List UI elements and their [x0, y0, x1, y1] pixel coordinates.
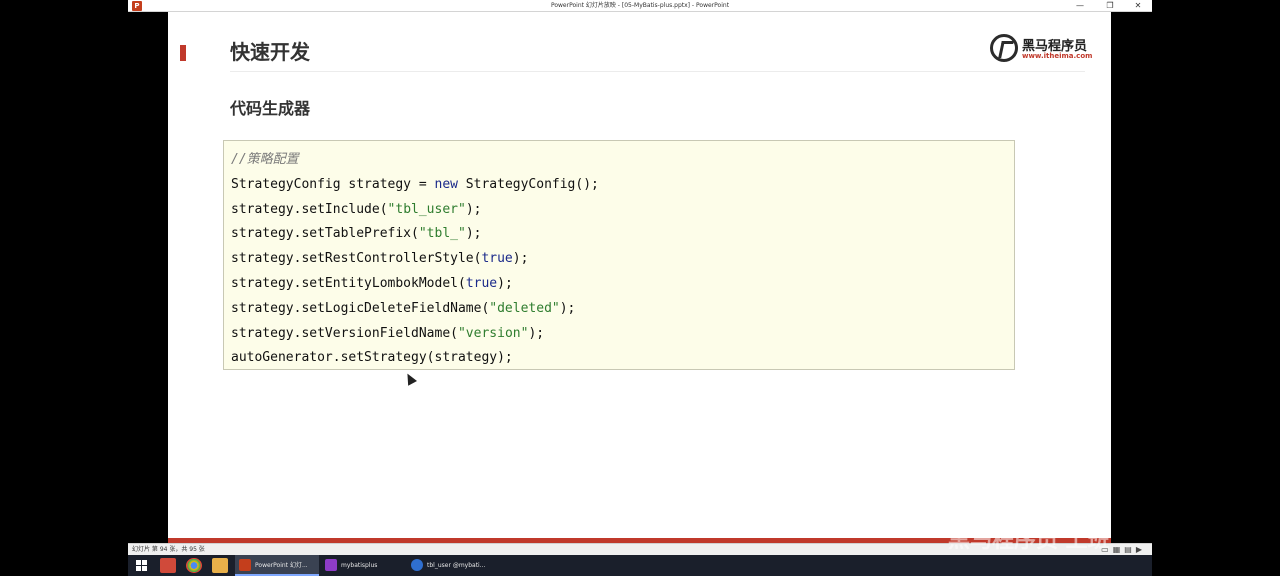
slide-title: 快速开发: [230, 40, 310, 64]
powerpoint-icon: [239, 559, 251, 571]
task-powerpoint[interactable]: PowerPoint 幻灯...: [235, 555, 319, 576]
horse-logo-icon: [990, 34, 1018, 62]
task-label: mybatisplus: [341, 562, 378, 569]
reading-view-icon[interactable]: ▤: [1124, 545, 1136, 554]
windows-start-icon[interactable]: [134, 558, 150, 573]
close-button[interactable]: ✕: [1126, 0, 1150, 12]
chrome-icon[interactable]: [186, 558, 202, 573]
code-line: strategy.setVersionFieldName("version");: [231, 325, 545, 341]
slideshow-icon[interactable]: ▶: [1136, 545, 1146, 554]
slide-subtitle: 代码生成器: [230, 99, 311, 118]
watermark: 黑马程序员 上班: [948, 528, 1110, 553]
task-database[interactable]: tbl_user @mybati...: [407, 555, 493, 576]
code-block: //策略配置 StrategyConfig strategy = new Str…: [223, 140, 1015, 370]
code-line: strategy.setEntityLombokModel(true);: [231, 275, 513, 291]
logo-url: www.itheima.com: [1022, 52, 1093, 60]
title-accent-bar: [180, 45, 186, 61]
minimize-button[interactable]: —: [1068, 0, 1092, 12]
title-divider: [230, 71, 1085, 72]
code-line: strategy.setInclude("tbl_user");: [231, 201, 482, 217]
file-explorer-icon[interactable]: [212, 558, 228, 573]
database-icon: [411, 559, 423, 571]
slide-counter: 幻灯片 第 94 张，共 95 张: [132, 546, 205, 553]
intellij-icon: [325, 559, 337, 571]
slide-sorter-icon[interactable]: ▦: [1113, 545, 1125, 554]
code-line: strategy.setRestControllerStyle(true);: [231, 251, 529, 267]
slide: 快速开发 黑马程序员 www.itheima.com 代码生成器 //策略配置 …: [168, 12, 1111, 540]
code-line: strategy.setTablePrefix("tbl_");: [231, 226, 482, 242]
code-comment: //策略配置: [231, 152, 299, 167]
window-titlebar: P PowerPoint 幻灯片放映 - [05-MyBatis-plus.pp…: [128, 0, 1152, 12]
code-line: autoGenerator.setStrategy(strategy);: [231, 350, 513, 366]
code-line: StrategyConfig strategy = new StrategyCo…: [231, 176, 599, 192]
window-title: PowerPoint 幻灯片放映 - [05-MyBatis-plus.pptx…: [550, 2, 730, 9]
code-line: strategy.setLogicDeleteFieldName("delete…: [231, 300, 576, 316]
taskbar: PowerPoint 幻灯... mybatisplus tbl_user @m…: [128, 555, 1152, 576]
code-lines: StrategyConfig strategy = new StrategyCo…: [231, 173, 1014, 371]
task-intellij[interactable]: mybatisplus: [321, 555, 405, 576]
task-label: tbl_user @mybati...: [427, 562, 486, 569]
restore-button[interactable]: ❐: [1098, 0, 1122, 12]
task-label: PowerPoint 幻灯...: [255, 562, 308, 569]
itheima-logo: 黑马程序员 www.itheima.com: [990, 34, 1093, 66]
app-icon-red[interactable]: [160, 558, 176, 573]
